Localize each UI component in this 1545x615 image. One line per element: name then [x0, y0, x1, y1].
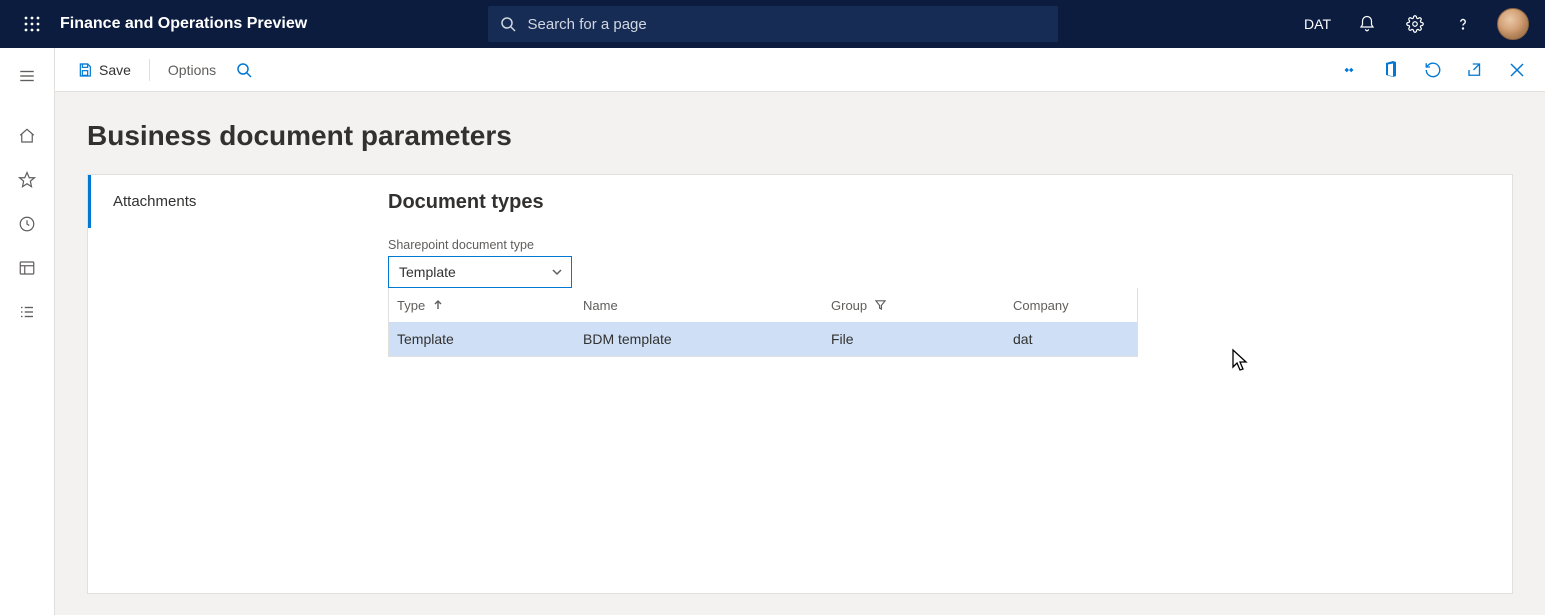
home-icon[interactable]	[3, 116, 51, 156]
col-header-company[interactable]: Company	[1005, 298, 1135, 313]
notifications-icon[interactable]	[1345, 0, 1389, 48]
top-nav-bar: Finance and Operations Preview DAT	[0, 0, 1545, 48]
popup-icon[interactable]	[1459, 54, 1491, 86]
office-icon[interactable]	[1375, 54, 1407, 86]
cell-type: Template	[389, 331, 575, 347]
chevron-down-icon	[551, 266, 563, 278]
sort-asc-icon	[433, 298, 443, 313]
dropdown-value: Template	[399, 264, 456, 280]
settings-icon[interactable]	[1393, 0, 1437, 48]
card: Attachments Document types Sharepoint do…	[87, 174, 1513, 594]
tabs: Attachments	[88, 175, 388, 593]
cell-company: dat	[1005, 331, 1135, 347]
help-icon[interactable]	[1441, 0, 1485, 48]
page-body: Business document parameters Attachments…	[55, 92, 1545, 615]
refresh-icon[interactable]	[1417, 54, 1449, 86]
user-avatar[interactable]	[1497, 8, 1529, 40]
search-wrapper	[488, 6, 1058, 42]
section-title: Document types	[388, 191, 1512, 214]
col-header-name[interactable]: Name	[575, 298, 823, 313]
lookup-grid: Type Name Group	[388, 288, 1138, 357]
app-launcher-icon[interactable]	[8, 0, 56, 48]
col-header-type[interactable]: Type	[389, 298, 575, 313]
search-input[interactable]	[488, 6, 1058, 42]
filter-icon	[875, 298, 886, 313]
app-title: Finance and Operations Preview	[60, 15, 307, 33]
grid-header: Type Name Group	[389, 288, 1137, 322]
close-icon[interactable]	[1501, 54, 1533, 86]
sharepoint-doctype-dropdown[interactable]: Template	[388, 256, 572, 288]
company-selector[interactable]: DAT	[1294, 0, 1341, 48]
action-bar: Save Options	[55, 48, 1545, 92]
table-row[interactable]: Template BDM template File dat	[389, 322, 1137, 356]
field-label-sharepoint: Sharepoint document type	[388, 238, 1512, 252]
workspaces-icon[interactable]	[3, 248, 51, 288]
hamburger-icon[interactable]	[3, 56, 51, 96]
cell-name: BDM template	[575, 331, 823, 347]
save-label: Save	[99, 62, 131, 78]
page-title: Business document parameters	[87, 120, 1513, 152]
search-icon	[500, 16, 516, 32]
modules-icon[interactable]	[3, 292, 51, 332]
divider	[149, 59, 150, 81]
options-button[interactable]: Options	[158, 56, 226, 84]
recent-icon[interactable]	[3, 204, 51, 244]
action-search-icon[interactable]	[226, 56, 262, 84]
left-nav-rail	[0, 48, 55, 615]
related-info-icon[interactable]	[1333, 54, 1365, 86]
tab-attachments[interactable]: Attachments	[88, 175, 388, 228]
col-header-group[interactable]: Group	[823, 298, 1005, 313]
panel: Document types Sharepoint document type …	[388, 175, 1512, 593]
favorites-icon[interactable]	[3, 160, 51, 200]
cell-group: File	[823, 331, 1005, 347]
save-button[interactable]: Save	[67, 56, 141, 84]
